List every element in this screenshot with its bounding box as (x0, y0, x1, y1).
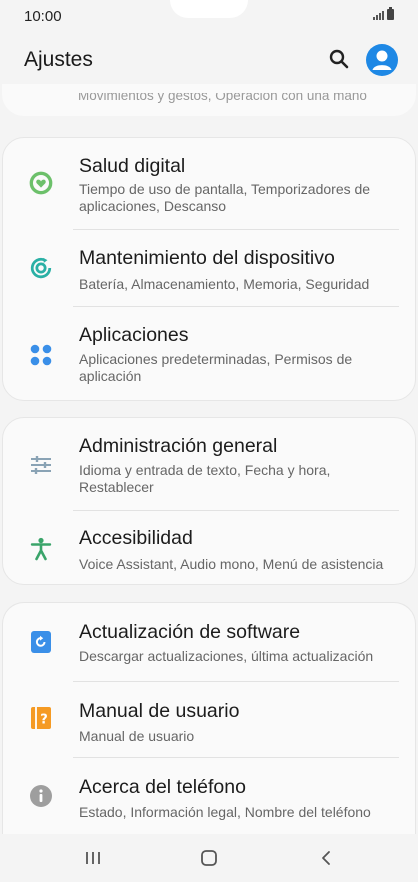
avatar[interactable] (366, 44, 398, 76)
settings-group-3: Actualización de software Descargar actu… (2, 602, 416, 834)
recents-button[interactable] (78, 846, 108, 870)
settings-group-2: Administración general Idioma y entrada … (2, 417, 416, 585)
settings-item-software-update[interactable]: Actualización de software Descargar actu… (3, 603, 415, 681)
sliders-icon (29, 453, 53, 477)
digital-wellbeing-icon (29, 171, 53, 195)
recents-icon (86, 852, 100, 864)
item-title: Accesibilidad (79, 527, 193, 549)
item-title: Aplicaciones (79, 324, 189, 346)
page-title: Ajustes (24, 48, 93, 71)
item-subtitle: Tiempo de uso de pantalla, Temporizadore… (79, 181, 371, 214)
settings-item-device-care[interactable]: Mantenimiento del dispositivo Batería, A… (3, 230, 415, 306)
settings-item-user-manual[interactable]: ? Manual de usuario Manual de usuario (3, 682, 415, 757)
status-time: 10:00 (24, 8, 62, 25)
item-title: Acerca del teléfono (79, 776, 246, 798)
search-icon (329, 49, 349, 69)
item-subtitle: Aplicaciones predeterminadas, Permisos d… (79, 351, 353, 384)
home-button[interactable] (194, 846, 224, 870)
app-header: Ajustes (0, 34, 418, 86)
item-title: Salud digital (79, 155, 186, 177)
battery-icon (387, 7, 394, 20)
settings-item-digital-wellbeing[interactable]: Salud digital Tiempo de uso de pantalla,… (3, 138, 415, 226)
accessibility-icon (29, 537, 53, 561)
settings-item-general-management[interactable]: Administración general Idioma y entrada … (3, 418, 415, 510)
item-subtitle: Idioma y entrada de texto, Fecha y hora,… (79, 462, 331, 495)
item-title: Administración general (79, 435, 278, 457)
search-button[interactable] (324, 44, 354, 74)
info-icon (29, 784, 53, 808)
home-icon (201, 850, 217, 866)
item-title: Actualización de software (79, 621, 301, 643)
apps-icon (29, 343, 53, 367)
back-button[interactable] (311, 846, 341, 870)
navigation-bar (0, 834, 418, 882)
item-subtitle: Batería, Almacenamiento, Memoria, Seguri… (79, 276, 370, 292)
item-subtitle: Descargar actualizaciones, última actual… (79, 648, 374, 664)
profile-icon (372, 50, 392, 70)
signal-icon (373, 11, 384, 20)
settings-group-1: Salud digital Tiempo de uso de pantalla,… (2, 137, 416, 401)
software-update-icon (29, 630, 53, 654)
settings-item-apps[interactable]: Aplicaciones Aplicaciones predeterminada… (3, 307, 415, 401)
status-bar: 10:00 (0, 0, 418, 34)
camera-notch (170, 0, 248, 18)
item-subtitle: Voice Assistant, Audio mono, Menú de asi… (79, 556, 384, 572)
svg-text:?: ? (40, 713, 48, 728)
user-manual-icon: ? (29, 706, 53, 730)
settings-item-accessibility[interactable]: Accesibilidad Voice Assistant, Audio mon… (3, 511, 415, 585)
device-care-icon (29, 256, 53, 280)
item-title: Manual de usuario (79, 700, 240, 722)
back-icon (322, 851, 330, 865)
status-icons (373, 7, 394, 20)
item-subtitle: Estado, Información legal, Nombre del te… (79, 804, 371, 820)
item-subtitle: Manual de usuario (79, 728, 195, 744)
item-title: Mantenimiento del dispositivo (79, 247, 335, 269)
settings-item-about-phone[interactable]: Acerca del teléfono Estado, Información … (3, 758, 415, 835)
